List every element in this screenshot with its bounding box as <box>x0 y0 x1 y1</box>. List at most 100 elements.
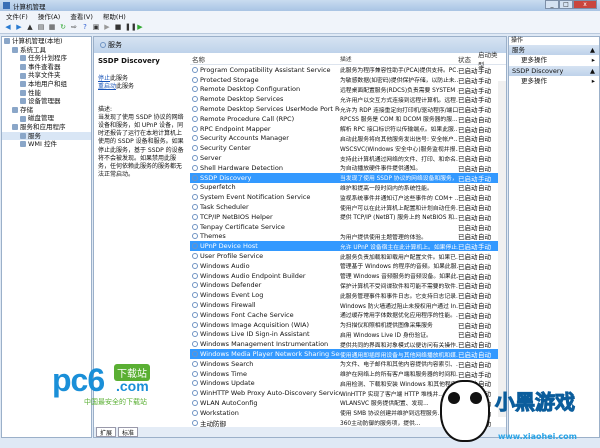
service-row[interactable]: Themes 为用户提供使用主题管理的体验。 已启动 自动 <box>190 232 506 242</box>
tree-item-label: 系统工具 <box>20 45 46 54</box>
service-name-text: WinHTTP Web Proxy Auto-Discovery Service <box>200 389 340 398</box>
service-status: 已启动 <box>458 106 478 114</box>
collapse-icon[interactable]: ▲ <box>590 45 595 55</box>
service-row[interactable]: Remote Procedure Call (RPC) RPCSS 服务是 COM… <box>190 114 506 124</box>
service-row[interactable]: Windows Defender 保护计算机不受间谍软件和可能不需要的软件... 已… <box>190 281 506 290</box>
service-status: 已启动 <box>458 96 478 105</box>
service-row[interactable]: Security Accounts Manager 启动此服务将向其他服务发出信号… <box>190 134 506 143</box>
up-folder-icon[interactable]: ▲ <box>26 23 34 31</box>
service-row[interactable]: Windows Event Log 此服务管理事件和事件日志。它支持日志记录...… <box>190 290 506 300</box>
service-row[interactable]: RPC Endpoint Mapper 解析 RPC 接口标识符以传输端点。如果此… <box>190 124 506 134</box>
tree-item[interactable]: WMI 控件 <box>2 140 91 149</box>
help-icon[interactable]: ? <box>81 23 89 31</box>
column-name[interactable]: 名称 <box>190 54 340 64</box>
back-icon[interactable]: ◀ <box>4 23 12 31</box>
actions-section-ssdp[interactable]: SSDP Discovery ▲ <box>509 66 599 76</box>
service-row[interactable]: Server 支持此计算机通过网络的文件、打印、和命名... 已启动 自动 <box>190 153 506 163</box>
restart-service-link[interactable]: 重启动 <box>98 83 116 90</box>
service-row[interactable]: Remote Desktop Services 允许用户以交互方式连接到远程计算机… <box>190 94 506 104</box>
service-row[interactable]: Windows Font Cache Service 通过缓存常用字体数据优化应用… <box>190 310 506 320</box>
export-list-icon[interactable]: ⇨ <box>70 23 78 31</box>
tree-item-icon <box>20 141 26 148</box>
tree-item[interactable]: 共享文件夹 <box>2 71 91 80</box>
service-row[interactable]: Windows Management Instrumentation 提供共同的界… <box>190 339 506 349</box>
service-row[interactable]: UPnP Device Host 允许 UPnP 设备宿主在此计算机上。如果停止.… <box>190 241 506 252</box>
service-description: 为敏感数据(如密码)提供保护存储，以防止未... <box>340 78 458 85</box>
more-actions-services[interactable]: 更多操作 ▸ <box>509 55 599 66</box>
service-row[interactable]: Task Scheduler 使用户可以在此计算机上配置和计划自动任务... 已启动… <box>190 202 506 212</box>
service-row[interactable]: System Event Notification Service 监视系统事件并… <box>190 192 506 202</box>
service-status: 已启动 <box>458 311 478 320</box>
refresh-icon[interactable]: ↻ <box>59 23 67 31</box>
service-row[interactable]: Program Compatibility Assistant Service 此… <box>190 65 506 75</box>
service-row[interactable]: Remote Desktop Services UserMode Port Re… <box>190 104 506 114</box>
tree-item[interactable]: 计算机管理(本地) <box>2 37 91 46</box>
service-name: 主动防御 <box>190 418 340 427</box>
menu-action[interactable]: 操作(A) <box>38 11 61 21</box>
service-row[interactable]: Windows Media Player Network Sharing Ser… <box>190 349 506 359</box>
tree-item[interactable]: 性能 <box>2 89 91 98</box>
service-row[interactable]: Shell Hardware Detection 为自动播放硬件事件提供通知。 已启… <box>190 163 506 173</box>
service-gear-icon <box>192 360 198 367</box>
service-description: 远程桌面配置服务(RDCS)负责需要 SYSTEM ... <box>340 87 458 94</box>
service-name-text: Windows Firewall <box>200 301 256 310</box>
service-name: Windows Time <box>190 370 340 378</box>
column-description[interactable]: 描述 <box>340 54 458 63</box>
service-row[interactable]: Windows Image Acquisition (WIA) 为扫描仪和照相机提… <box>190 320 506 330</box>
stop-service-link[interactable]: 停止 <box>98 75 110 82</box>
pause-service-icon[interactable]: ❚❚ <box>125 23 137 31</box>
more-actions-label: 更多操作 <box>521 56 547 64</box>
service-row[interactable]: SSDP Discovery 当发现了使用 SSDP 协议的网络设备和服务，...… <box>190 172 506 183</box>
tree-item-label: 共享文件夹 <box>28 71 61 80</box>
service-row[interactable]: Windows Firewall Windows 防火墙通过阻止未授权用户通过 I… <box>190 300 506 310</box>
column-status[interactable]: 状态 <box>458 54 478 64</box>
service-row[interactable]: Windows Live ID Sign-in Assistant 启用 Wind… <box>190 330 506 339</box>
service-row[interactable]: TCP/IP NetBIOS Helper 提供 TCP/IP (NetBT) 服… <box>190 212 506 222</box>
properties-icon[interactable]: ▣ <box>92 23 100 31</box>
tree-item[interactable]: 服务和应用程序 <box>2 123 91 132</box>
start-service-icon[interactable]: ▶ <box>103 23 111 31</box>
service-row[interactable]: Remote Desktop Configuration 远程桌面配置服务(RDC… <box>190 85 506 94</box>
maximize-button[interactable]: □ <box>559 0 573 9</box>
more-actions-ssdp[interactable]: 更多操作 ▸ <box>509 76 599 87</box>
menu-view[interactable]: 查看(V) <box>70 11 93 21</box>
show-hide-tree-icon[interactable]: ▤ <box>37 23 45 31</box>
service-row[interactable]: Security Center WSCSVC(Windows 安全中心)服务监视并… <box>190 143 506 153</box>
service-row[interactable]: Windows Time 维护在网络上的所有客户端和服务器的时间和... 已启动 手动 <box>190 369 506 379</box>
tree-item[interactable]: 磁盘管理 <box>2 114 91 123</box>
service-row[interactable]: Tenpay Certificate Service 已启动 自动 <box>190 222 506 232</box>
tab-extended[interactable]: 扩展 <box>96 427 117 437</box>
close-button[interactable]: x <box>573 0 597 9</box>
service-status: 已启动 <box>458 223 478 232</box>
stop-service-icon[interactable]: ■ <box>114 23 122 31</box>
service-gear-icon <box>192 106 198 113</box>
service-startup-type: 自动 <box>478 233 491 242</box>
tree-item[interactable]: 任务计划程序 <box>2 54 91 63</box>
service-row[interactable]: Windows Audio Endpoint Builder 管理 Windows… <box>190 271 506 281</box>
service-gear-icon <box>192 262 198 269</box>
menu-help[interactable]: 帮助(H) <box>103 11 126 21</box>
tree-item[interactable]: 本地用户和组 <box>2 80 91 89</box>
tree-item[interactable]: 系统工具 <box>2 46 91 55</box>
tree-item[interactable]: 服务 <box>2 131 91 141</box>
service-gear-icon <box>192 66 198 73</box>
tab-standard[interactable]: 标准 <box>118 427 139 437</box>
forward-icon[interactable]: ▶ <box>15 23 23 31</box>
service-row[interactable]: Superfetch 维护和提高一段时间内的系统性能。 已启动 自动 <box>190 183 506 192</box>
collapse-icon[interactable]: ▲ <box>590 66 595 76</box>
service-name: Security Center <box>190 144 340 152</box>
actions-section-services[interactable]: 服务 ▲ <box>509 45 599 55</box>
restart-service-icon[interactable]: ▶ <box>136 23 144 31</box>
menu-file[interactable]: 文件(F) <box>6 11 28 21</box>
xiaohei-logo: 小黑游戏 <box>495 390 576 415</box>
minimize-button[interactable]: _ <box>545 0 559 9</box>
more-actions-label: 更多操作 <box>521 77 547 85</box>
tree-item[interactable]: 设备管理器 <box>2 97 91 106</box>
service-startup-type: 自动 <box>478 115 491 124</box>
vertical-scrollbar[interactable] <box>498 81 506 417</box>
service-row[interactable]: Windows Search 为文件、电子邮件和其他内容提供内容索引、... 已启动… <box>190 359 506 369</box>
service-row[interactable]: User Profile Service 此服务负责加载和卸载用户配置文件。如果已… <box>190 251 506 261</box>
export-icon[interactable]: ▦ <box>48 23 56 31</box>
service-row[interactable]: Protected Storage 为敏感数据(如密码)提供保护存储，以防止未..… <box>190 75 506 85</box>
service-row[interactable]: Windows Audio 管理基于 Windows 的程序的音频。如果此服...… <box>190 261 506 271</box>
